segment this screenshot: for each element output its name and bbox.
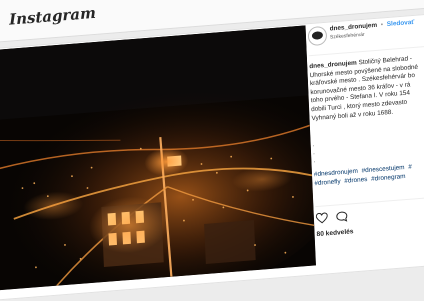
post-caption: dnes_dronujem Stoličný Belehrad - Uhorsk… — [309, 52, 424, 123]
hashtag-link[interactable]: #drones — [344, 176, 367, 185]
page: Instagram dnes_dronujem • Sledovať Széke… — [0, 0, 424, 301]
night-city-aerial-image — [0, 25, 316, 291]
caption-bullets: . . . — [313, 141, 316, 165]
hashtag-link[interactable]: #dronegram — [371, 173, 406, 183]
hashtag-link[interactable]: #dronefly — [314, 178, 341, 187]
username-link[interactable]: dnes_dronujem — [329, 22, 377, 33]
comment-icon[interactable] — [336, 211, 348, 223]
post-photo[interactable] — [0, 25, 316, 291]
post-header: dnes_dronujem • Sledovať Székesfehérvár — [307, 12, 424, 57]
bullet: . — [312, 149, 315, 157]
bullet: . — [313, 157, 316, 165]
likes-count[interactable]: 80 kedvelés — [316, 228, 353, 238]
heart-icon[interactable] — [315, 212, 328, 224]
post-sidebar: dnes_dronujem • Sledovať Székesfehérvár … — [307, 0, 424, 261]
location-link[interactable]: Székesfehérvár — [330, 32, 365, 41]
post-username-row: dnes_dronujem • Sledovať — [329, 19, 414, 33]
post-actions — [315, 195, 424, 230]
separator-dot: • — [380, 21, 384, 29]
follow-button[interactable]: Sledovať — [387, 19, 415, 28]
avatar[interactable] — [307, 25, 328, 47]
bullet: . — [312, 141, 315, 149]
hashtag-list: #dnesdronujem #dnescestujem # #dronefly … — [314, 160, 424, 188]
hashtag-link[interactable]: # — [408, 163, 412, 170]
